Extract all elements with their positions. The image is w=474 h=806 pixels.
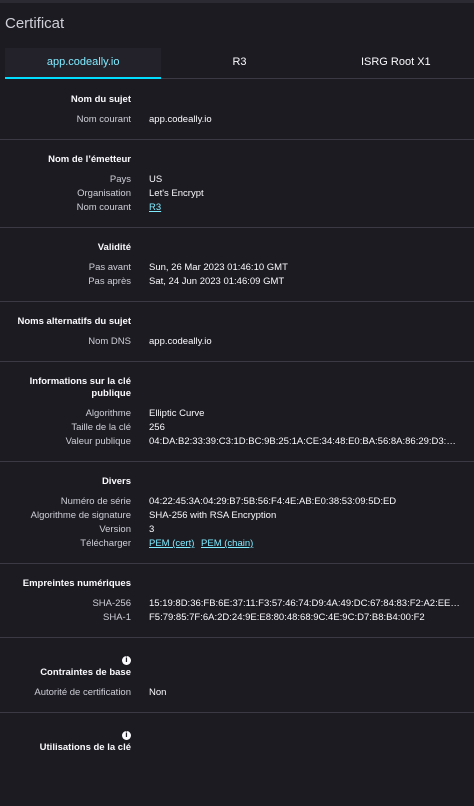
info-icon[interactable]: i xyxy=(122,656,131,665)
field-value: 04:DA:B2:33:39:C3:1D:BC:9B:25:1A:CE:34:4… xyxy=(149,436,461,447)
section-title: Noms alternatifs du sujet xyxy=(17,316,132,327)
field-row: Version 3 xyxy=(0,523,474,537)
field-label: Valeur publique xyxy=(65,436,131,447)
field-label: Nom courant xyxy=(76,202,131,213)
field-row: Télécharger PEM (cert) PEM (chain) xyxy=(0,537,474,551)
field-label: Télécharger xyxy=(80,538,131,549)
pem-chain-link[interactable]: PEM (chain) xyxy=(201,538,253,549)
field-row: Pas après Sat, 24 Jun 2023 01:46:09 GMT xyxy=(0,275,474,289)
section-title: Informations sur la clé publique xyxy=(29,376,131,399)
section-title: Nom du sujet xyxy=(70,94,131,105)
field-row: Nom courant app.codeally.io xyxy=(0,113,474,127)
download-links: PEM (cert) PEM (chain) xyxy=(149,537,461,551)
field-label: Algorithme de signature xyxy=(30,510,131,521)
field-row: SHA-256 15:19:8D:36:FB:6E:37:11:F3:57:46… xyxy=(0,597,474,611)
field-value: Non xyxy=(149,687,167,698)
section-title: Nom de l’émetteur xyxy=(48,154,131,165)
field-value: Let's Encrypt xyxy=(149,188,204,199)
field-label: Organisation xyxy=(77,188,131,199)
field-value: US xyxy=(149,174,163,185)
field-label: Nom DNS xyxy=(88,336,131,347)
field-label: Pays xyxy=(109,174,131,185)
section-fingerprints: Empreintes numériques SHA-256 15:19:8D:3… xyxy=(0,564,474,638)
field-value: app.codeally.io xyxy=(149,336,212,347)
page-title: Certificat xyxy=(5,15,65,32)
field-value: SHA-256 with RSA Encryption xyxy=(149,510,277,521)
field-row: Pays US xyxy=(0,173,474,187)
field-row: Numéro de série 04:22:45:3A:04:29:B7:5B:… xyxy=(0,495,474,509)
field-label: Pas avant xyxy=(88,262,131,273)
field-value: Sun, 26 Mar 2023 01:46:10 GMT xyxy=(149,262,288,273)
field-value: app.codeally.io xyxy=(149,114,212,125)
field-label: Nom courant xyxy=(76,114,131,125)
field-label: Autorité de certification xyxy=(34,687,131,698)
field-row: Pas avant Sun, 26 Mar 2023 01:46:10 GMT xyxy=(0,261,474,275)
tab-isrg-root-x1[interactable]: ISRG Root X1 xyxy=(318,48,474,78)
field-row: Organisation Let's Encrypt xyxy=(0,187,474,201)
field-row: Algorithme de signature SHA-256 with RSA… xyxy=(0,509,474,523)
field-value: F5:79:85:7F:6A:2D:24:9E:E8:80:48:68:9C:4… xyxy=(149,612,425,623)
section-issuer-name: Nom de l’émetteur Pays US Organisation L… xyxy=(0,140,474,228)
field-row: Algorithme Elliptic Curve xyxy=(0,407,474,421)
field-label: SHA-1 xyxy=(103,612,131,623)
section-validity: Validité Pas avant Sun, 26 Mar 2023 01:4… xyxy=(0,228,474,302)
section-title: Utilisations de la clé xyxy=(39,742,131,753)
section-public-key-info: Informations sur la clé publique Algorit… xyxy=(0,362,474,462)
field-value: Elliptic Curve xyxy=(149,408,205,419)
field-value-wrapper: R3 xyxy=(149,201,461,215)
field-label: SHA-256 xyxy=(92,598,131,609)
field-value: 15:19:8D:36:FB:6E:37:11:F3:57:46:74:D9:4… xyxy=(149,598,461,609)
section-subject-name: Nom du sujet Nom courant app.codeally.io xyxy=(0,80,474,140)
field-row: Valeur publique 04:DA:B2:33:39:C3:1D:BC:… xyxy=(0,435,474,449)
field-row: Autorité de certification Non xyxy=(0,686,474,700)
top-border xyxy=(0,0,474,3)
section-title: Empreintes numériques xyxy=(22,578,131,589)
section-title: Divers xyxy=(101,476,131,487)
field-row: Nom DNS app.codeally.io xyxy=(0,335,474,349)
field-label: Algorithme xyxy=(85,408,131,419)
field-row: Taille de la clé 256 xyxy=(0,421,474,435)
pem-cert-link[interactable]: PEM (cert) xyxy=(149,538,194,549)
field-value: Sat, 24 Jun 2023 01:46:09 GMT xyxy=(149,276,285,287)
section-subject-alt-names: Noms alternatifs du sujet Nom DNS app.co… xyxy=(0,302,474,362)
section-title: Validité xyxy=(97,242,131,253)
field-row: SHA-1 F5:79:85:7F:6A:2D:24:9E:E8:80:48:6… xyxy=(0,611,474,625)
field-value: 3 xyxy=(149,524,155,535)
field-label: Pas après xyxy=(88,276,131,287)
field-row: Nom courant R3 xyxy=(0,201,474,215)
field-value: 04:22:45:3A:04:29:B7:5B:56:F4:4E:AB:E0:3… xyxy=(149,496,397,507)
info-icon[interactable]: i xyxy=(122,731,131,740)
issuer-r3-link[interactable]: R3 xyxy=(149,202,161,213)
section-key-usages: i Utilisations de la clé xyxy=(0,713,474,773)
field-value: 256 xyxy=(149,422,165,433)
field-label: Taille de la clé xyxy=(71,422,131,433)
tab-app-codeally[interactable]: app.codeally.io xyxy=(5,48,162,79)
field-label: Version xyxy=(99,524,131,535)
tab-r3[interactable]: R3 xyxy=(161,48,317,78)
certificate-content: Nom du sujet Nom courant app.codeally.io… xyxy=(0,80,474,773)
field-label: Numéro de série xyxy=(60,496,131,507)
certificate-tabs: app.codeally.io R3 ISRG Root X1 xyxy=(5,48,474,79)
section-basic-constraints: i Contraintes de base Autorité de certif… xyxy=(0,638,474,713)
section-miscellaneous: Divers Numéro de série 04:22:45:3A:04:29… xyxy=(0,462,474,564)
section-title: Contraintes de base xyxy=(40,667,131,678)
